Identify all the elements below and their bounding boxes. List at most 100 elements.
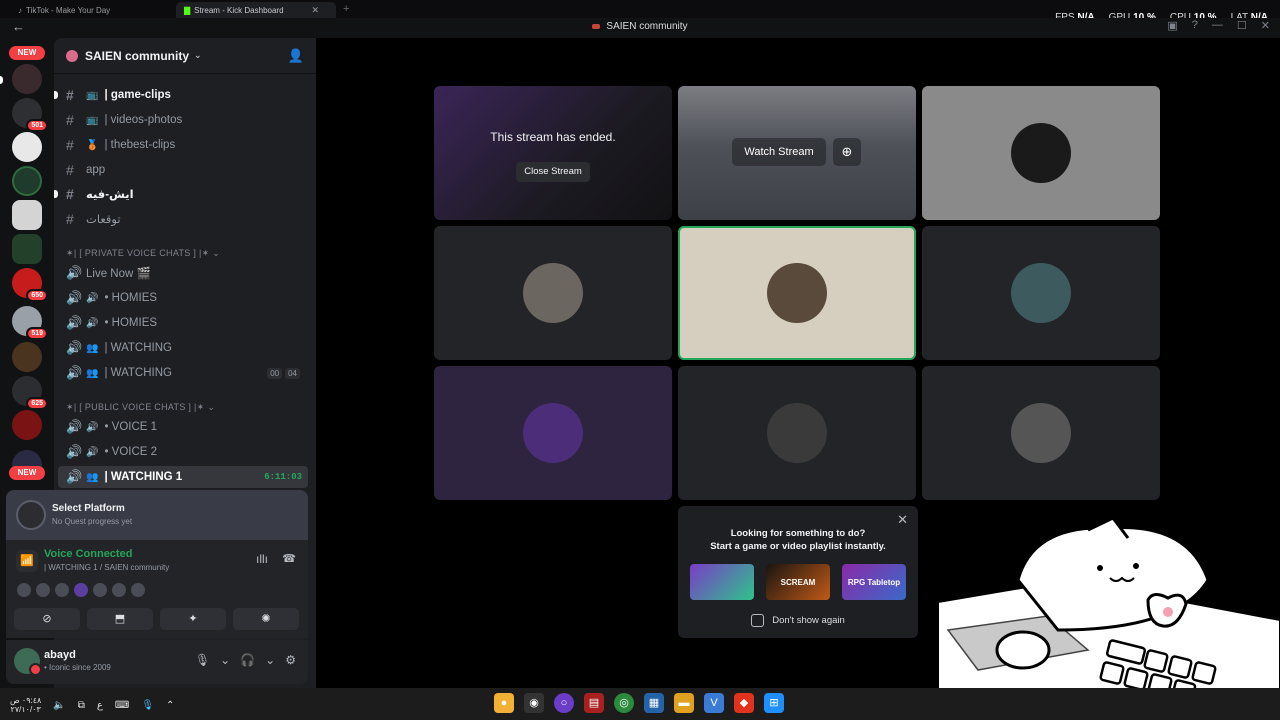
voice-watching-2[interactable]: 🔊 👥 | WATCHING 00 04	[58, 362, 308, 384]
channel-game-clips[interactable]: # 📺 | game-clips	[54, 84, 308, 106]
network-icon[interactable]: ⧉	[78, 700, 85, 711]
server-icon[interactable]	[12, 342, 42, 372]
participant-tile[interactable]	[922, 86, 1160, 220]
brave-icon[interactable]: ◆	[734, 693, 754, 713]
activities-button[interactable]: ✦	[160, 608, 226, 630]
close-window-icon[interactable]: ✕	[1261, 19, 1270, 32]
voice-status[interactable]: Voice Connected	[44, 548, 132, 560]
voice-live-now[interactable]: 🔊 Live Now 🎬	[58, 262, 308, 284]
participant-tile[interactable]	[434, 226, 672, 360]
watch-stream-button[interactable]: Watch Stream	[732, 138, 826, 166]
channel-arabic-2[interactable]: # توقعات	[58, 208, 308, 230]
chevron-down-icon[interactable]: ⌄	[220, 653, 230, 667]
keyboard-key	[1099, 661, 1125, 685]
channel-app[interactable]: # app	[58, 159, 308, 181]
server-icon[interactable]	[12, 234, 42, 264]
inbox-icon[interactable]: ▣	[1167, 19, 1177, 32]
voice-voice-1[interactable]: 🔊 🔊 • VOICE 1	[58, 416, 308, 438]
participant-tile[interactable]	[678, 366, 916, 500]
clock[interactable]: ٠٩:٤٨ ص ٢٧/١٠/٠٣	[10, 696, 41, 714]
close-stream-button[interactable]: Close Stream	[516, 162, 590, 182]
keyboard-icon[interactable]: ⌨	[115, 700, 129, 711]
server-icon[interactable]	[12, 200, 42, 230]
activity-card[interactable]	[690, 564, 754, 600]
activity-card[interactable]: SCREAM	[766, 564, 830, 600]
volume-icon[interactable]: 🔈	[53, 700, 65, 711]
app-icon[interactable]: ▤	[584, 693, 604, 713]
windows-start-icon[interactable]: ⊞	[764, 693, 784, 713]
voice-voice-2[interactable]: 🔊 🔊 • VOICE 2	[58, 441, 308, 463]
new-tab-button[interactable]: +	[343, 3, 349, 15]
voice-watching-1-active[interactable]: 🔊 👥 | WATCHING 1 6:11:03	[58, 466, 308, 488]
avatar[interactable]	[111, 582, 127, 598]
chrome-icon[interactable]: ◎	[614, 693, 634, 713]
participant-tile-speaking[interactable]	[678, 226, 916, 360]
gear-icon[interactable]: ⚙	[285, 653, 296, 667]
server-icon[interactable]: 625	[12, 376, 48, 410]
avatar[interactable]	[54, 582, 70, 598]
store-icon[interactable]: ▦	[644, 693, 664, 713]
avatar[interactable]	[73, 582, 89, 598]
avatar[interactable]	[14, 648, 42, 676]
close-tab-icon[interactable]: ✕	[312, 5, 320, 16]
username[interactable]: abayd	[44, 649, 76, 661]
server-icon[interactable]	[12, 132, 42, 162]
participant-tile[interactable]	[922, 226, 1160, 360]
chevron-up-icon[interactable]: ⌃	[166, 700, 174, 711]
voice-channel-path[interactable]: | WATCHING 1 / SAIEN community	[44, 563, 169, 572]
category-private-voice[interactable]: ✶| [ PRIVATE VOICE CHATS ] |✶ ⌄	[66, 248, 220, 259]
voice-watching-1[interactable]: 🔊 👥 | WATCHING	[58, 337, 308, 359]
microphone-icon[interactable]: 🎙	[141, 700, 154, 711]
participant-tile[interactable]	[922, 366, 1160, 500]
quest-panel[interactable]: Select Platform No Quest progress yet	[6, 490, 308, 540]
checkbox[interactable]	[751, 614, 765, 627]
camera-off-button[interactable]: ⊘	[14, 608, 80, 630]
channel-arabic-1[interactable]: # ايش-فيه	[54, 183, 308, 205]
help-icon[interactable]: ?	[1192, 19, 1198, 32]
soundboard-button[interactable]: ✺	[233, 608, 299, 630]
activity-card[interactable]: RPG Tabletop	[842, 564, 906, 600]
popout-icon[interactable]: ⊕	[833, 138, 861, 166]
server-icon[interactable]	[12, 64, 42, 94]
microphone-icon[interactable]: 🎙	[195, 653, 210, 667]
participant-tile[interactable]	[434, 366, 672, 500]
speaker-icon: 🔊	[66, 419, 83, 434]
server-icon[interactable]	[12, 410, 42, 440]
voice-homies-1[interactable]: 🔊 🔊 • HOMIES	[58, 287, 308, 309]
dont-show-again[interactable]: Don't show again	[678, 614, 918, 627]
avatar[interactable]	[130, 582, 146, 598]
browser-tab-kick[interactable]: ▇ Stream - Kick Dashboard ✕	[176, 2, 336, 18]
language-indicator[interactable]: ع	[97, 700, 103, 711]
voice-homies-2[interactable]: 🔊 🔊 • HOMIES	[58, 312, 308, 334]
browser-tab-tiktok[interactable]: ♪ TikTok - Make Your Day	[10, 2, 118, 18]
discord-app-icon[interactable]: ●	[494, 693, 514, 713]
server-icon[interactable]: 519	[12, 306, 48, 340]
channel-name: • VOICE 1	[104, 421, 158, 433]
maximize-icon[interactable]: ☐	[1237, 19, 1247, 32]
headphones-icon[interactable]: 🎧	[240, 653, 255, 667]
server-header[interactable]: SAIEN community ⌄ 👤	[54, 38, 316, 74]
live-stream-tile[interactable]: Watch Stream ⊕	[678, 86, 916, 220]
category-public-voice[interactable]: ✶| [ PUBLIC VOICE CHATS ] |✶ ⌄	[66, 402, 215, 413]
share-screen-button[interactable]: ⬒	[87, 608, 153, 630]
close-icon[interactable]: ✕	[897, 512, 908, 528]
minimize-icon[interactable]: —	[1212, 19, 1223, 32]
chevron-down-icon: ⌄	[194, 50, 202, 60]
channel-videos-photos[interactable]: # 📺 | videos-photos	[58, 109, 308, 131]
app-icon[interactable]: V	[704, 693, 724, 713]
avatar[interactable]	[16, 582, 32, 598]
noise-suppression-icon[interactable]: ıllı	[256, 552, 268, 566]
server-icon[interactable]	[12, 166, 42, 196]
chevron-down-icon[interactable]: ⌄	[265, 653, 275, 667]
channel-thebest-clips[interactable]: # 🥉 | thebest-clips	[58, 134, 308, 156]
app-icon[interactable]: ◉	[524, 693, 544, 713]
signal-icon[interactable]: 📶	[16, 550, 38, 572]
server-icon[interactable]: 650	[12, 268, 48, 302]
add-member-icon[interactable]: 👤	[288, 48, 304, 64]
app-icon[interactable]: ○	[554, 693, 574, 713]
disconnect-icon[interactable]: ☎	[282, 552, 296, 565]
server-icon[interactable]: 501	[12, 98, 48, 132]
folder-icon[interactable]: ▬	[674, 693, 694, 713]
avatar[interactable]	[92, 582, 108, 598]
avatar[interactable]	[35, 582, 51, 598]
